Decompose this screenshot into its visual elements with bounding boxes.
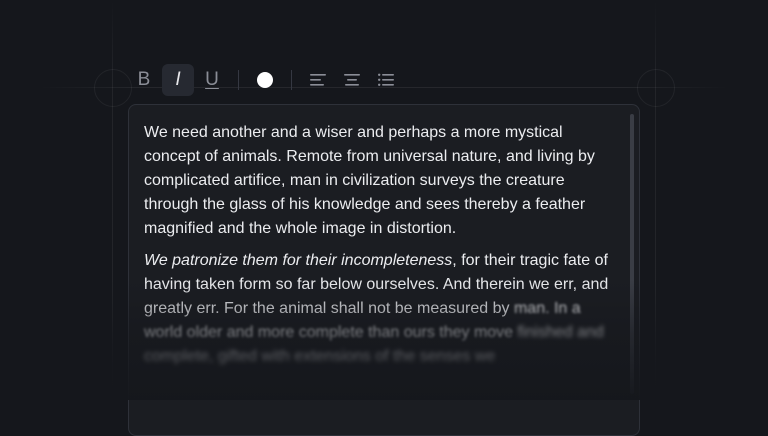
toolbar-divider: [291, 69, 292, 90]
bold-icon: B: [137, 69, 151, 90]
underline-button[interactable]: U: [196, 64, 228, 96]
bullet-list-button[interactable]: [370, 64, 402, 96]
text-color-button[interactable]: [249, 64, 281, 96]
formatting-toolbar: B I U: [128, 63, 402, 96]
bullet-list-icon: [378, 73, 394, 86]
guide-line-vertical-right: [655, 0, 656, 400]
rich-text-editor[interactable]: We need another and a wiser and perhaps …: [128, 104, 640, 436]
align-left-button[interactable]: [302, 64, 334, 96]
paragraph: We patronize them for their incompletene…: [144, 249, 619, 369]
guide-circle-right: [637, 69, 675, 107]
italic-icon: I: [175, 69, 181, 90]
scrollbar[interactable]: [630, 114, 634, 394]
bold-button[interactable]: B: [128, 64, 160, 96]
color-swatch-icon: [257, 71, 273, 88]
underline-icon: U: [205, 69, 219, 90]
editor-content[interactable]: We need another and a wiser and perhaps …: [129, 105, 639, 369]
toolbar-divider: [238, 69, 239, 90]
italic-text: We patronize them for their incompletene…: [144, 252, 453, 269]
paragraph: We need another and a wiser and perhaps …: [144, 124, 595, 237]
guide-line-vertical-left: [112, 0, 113, 400]
guide-circle-left: [94, 69, 132, 107]
italic-button[interactable]: I: [162, 63, 194, 96]
align-center-icon: [344, 73, 360, 86]
align-center-button[interactable]: [336, 64, 368, 96]
align-left-icon: [310, 73, 326, 86]
